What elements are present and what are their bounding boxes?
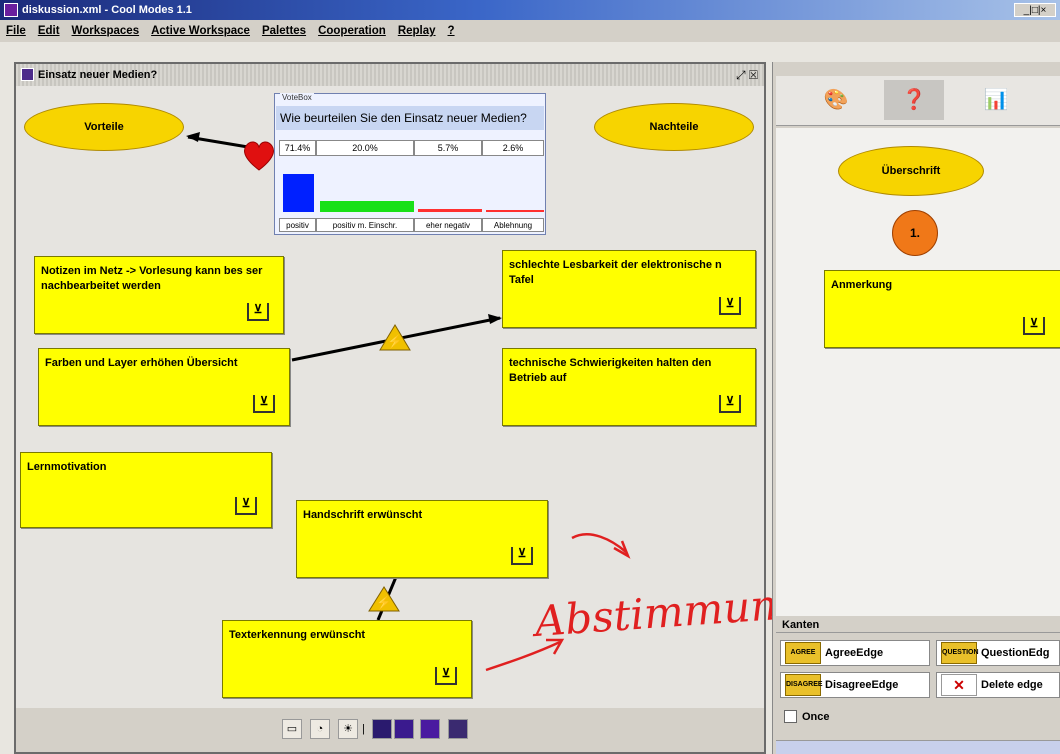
disagree-edge-icon: DISAGREE: [785, 674, 823, 696]
toolbar-separator: |: [362, 723, 365, 735]
note-text: Anmerkung: [831, 279, 893, 291]
palette-content: [776, 128, 1060, 616]
toolbar-button-2[interactable]: ◔: [310, 719, 330, 739]
toolbar-purple-button-2[interactable]: [394, 719, 414, 739]
palette-note-anmerkung[interactable]: Anmerkung ⊻: [824, 270, 1060, 348]
delete-edge-button[interactable]: ✕ Delete edge: [936, 672, 1060, 698]
toolbar-button-3[interactable]: ☀: [338, 719, 358, 739]
palette-tab-paint-icon[interactable]: 🎨: [806, 80, 866, 120]
toolbar-button-1[interactable]: ▭: [282, 719, 302, 739]
delete-edge-icon: ✕: [941, 674, 977, 696]
download-icon[interactable]: ⊻: [1023, 317, 1045, 335]
once-checkbox[interactable]: [784, 710, 797, 723]
horizontal-scrollbar[interactable]: [776, 740, 1060, 754]
palette-ellipse-ueberschrift[interactable]: Überschrift: [838, 146, 984, 196]
agree-edge-label: AgreeEdge: [825, 647, 884, 659]
question-edge-label: QuestionEdg: [981, 647, 1050, 659]
agree-edge-icon: AGREE: [785, 642, 821, 664]
toolbar-purple-button-3[interactable]: [420, 719, 440, 739]
delete-edge-label: Delete edge: [981, 679, 1043, 691]
once-label: Once: [802, 710, 830, 723]
edges-panel-divider: [776, 632, 1060, 633]
toolbar-purple-button-4[interactable]: [448, 719, 468, 739]
toolbar-purple-button-1[interactable]: [372, 719, 392, 739]
palette-tab-chart-icon[interactable]: 📊: [966, 80, 1026, 120]
once-option[interactable]: Once: [784, 710, 830, 723]
question-edge-icon: QUESTION: [941, 642, 979, 664]
agree-edge-button[interactable]: AGREE AgreeEdge: [780, 640, 930, 666]
edges-panel-title: Kanten: [782, 619, 820, 631]
palette-number-circle[interactable]: 1.: [892, 210, 938, 256]
disagree-edge-button[interactable]: DISAGREE DisagreeEdge: [780, 672, 930, 698]
red-arrow-lower: [485, 640, 561, 672]
disagree-edge-label: DisagreeEdge: [825, 679, 899, 691]
question-edge-button[interactable]: QUESTION QuestionEdg: [936, 640, 1060, 666]
palette-tab-question-icon[interactable]: ❓: [884, 80, 944, 120]
